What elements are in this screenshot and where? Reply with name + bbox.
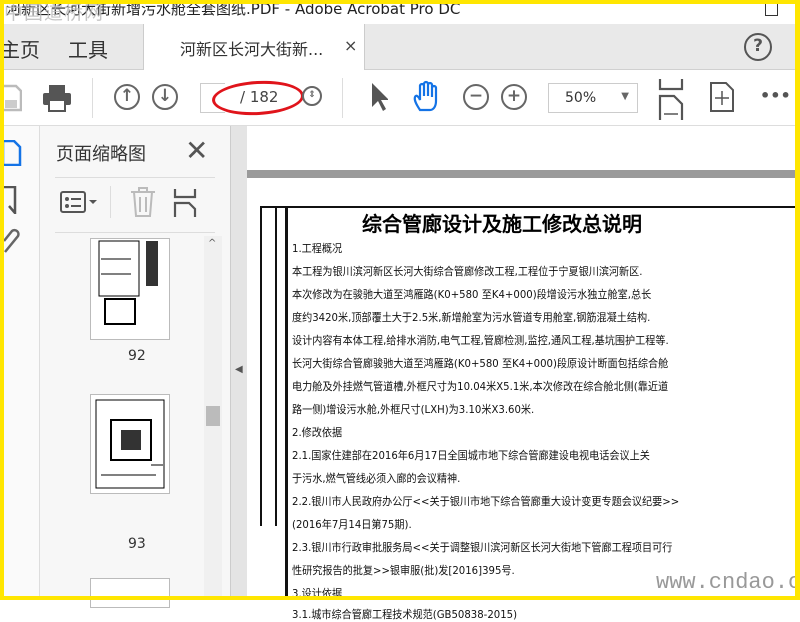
doc-line: 于污水,燃气管线必须入廊的会议精神. xyxy=(292,472,461,485)
zoom-out-icon[interactable]: − xyxy=(463,84,489,110)
doc-line: 2.1.国家住建部在2016年6月17日全国城市地下综合管廊建设电视电话会议上关 xyxy=(292,449,650,462)
pdf-page: 综合管廊设计及施工修改总说明 1.工程概况 本工程为银川滨河新区长河大街综合管廊… xyxy=(247,206,800,621)
tab-bar: 主页 工具 河新区长河大街新... × ? xyxy=(0,24,800,71)
zoom-in-icon[interactable]: + xyxy=(501,84,527,110)
separator xyxy=(342,78,343,118)
thumbnail-page-92[interactable] xyxy=(90,238,170,340)
page-stepper-icon[interactable]: ⇕ xyxy=(302,86,322,106)
prev-page-icon[interactable]: ↑ xyxy=(114,84,140,110)
navigation-rail xyxy=(0,126,40,600)
tab-home[interactable]: 主页 xyxy=(0,34,40,63)
doc-line: 电力舱及外挂燃气管道槽,外框尺寸为10.04米X5.1米,本次修改在综合舱北侧(… xyxy=(292,380,669,393)
separator xyxy=(92,78,93,118)
divider xyxy=(55,232,215,233)
collapse-panel-icon[interactable]: ◀ xyxy=(235,364,243,375)
scrollbar-thumb[interactable] xyxy=(206,406,220,426)
thumbnail-label: 92 xyxy=(128,348,146,364)
delete-icon[interactable] xyxy=(130,187,156,217)
bookmarks-icon[interactable] xyxy=(2,186,18,214)
doc-line: 本工程为银川滨河新区长河大街综合管廊修改工程,工程位于宁夏银川滨河新区. xyxy=(292,265,643,278)
doc-line: 度约3420米,顶部覆土大于2.5米,新增舱室为污水管道专用舱室,钢筋混凝土结构… xyxy=(292,311,651,324)
doc-line: 3.设计依据 xyxy=(292,587,343,600)
tab-close-icon[interactable]: × xyxy=(344,36,357,55)
thumbnails-panel: 页面缩略图 ✕ 92 93 ^ xyxy=(40,126,230,608)
doc-line: (2016年7月14日第75期). xyxy=(292,518,412,531)
doc-line: 1.工程概况 xyxy=(292,242,343,255)
attachments-icon[interactable] xyxy=(2,226,22,254)
save-icon[interactable] xyxy=(2,84,22,112)
options-menu-icon[interactable] xyxy=(60,190,98,214)
tab-document-label: 河新区长河大街新... xyxy=(180,40,324,59)
thumbnails-scrollbar[interactable]: ^ xyxy=(204,236,222,600)
doc-line: 2.3.银川市行政审批服务局<<关于调整银川滨河新区长河大街地下管廊工程项目可行 xyxy=(292,541,673,554)
doc-line: 2.2.银川市人民政府办公厅<<关于银川市地下综合管廊重大设计变更专题会议纪要>… xyxy=(292,495,680,508)
panel-title: 页面缩略图 xyxy=(56,144,146,165)
insert-page-icon[interactable] xyxy=(173,188,197,218)
thumbnail-label: 93 xyxy=(128,536,146,552)
page-edge xyxy=(247,170,800,178)
page-thumbnails-icon[interactable] xyxy=(2,140,22,166)
hand-tool-icon[interactable] xyxy=(412,80,442,114)
doc-line: 2.修改依据 xyxy=(292,426,343,439)
separator xyxy=(110,186,111,218)
doc-line: 长河大街综合管廊骏驰大道至鸿雁路(K0+580 至K4+000)段原设计断面包括… xyxy=(292,357,669,370)
zoom-select[interactable]: 50% ▼ xyxy=(548,83,638,113)
title-bar: 河新区长河大街新增污水舱全套图纸.PDF - Adobe Acrobat Pro… xyxy=(0,0,800,24)
doc-line: 性研究报告的批复>>银审服(批)发[2016]395号. xyxy=(292,564,515,577)
frame-line xyxy=(285,206,288,600)
fit-width-icon[interactable] xyxy=(658,78,684,120)
document-title: 综合管廊设计及施工修改总说明 xyxy=(362,212,642,236)
scroll-mode-icon[interactable] xyxy=(710,82,734,112)
doc-line: 本次修改为在骏驰大道至鸿雁路(K0+580 至K4+000)段增设污水独立舱室,… xyxy=(292,288,652,301)
watermark-text: www.cndao.com xyxy=(656,570,800,595)
more-tools-icon[interactable]: ••• xyxy=(760,86,791,105)
frame-line xyxy=(275,206,277,526)
thumbnail-page-94[interactable] xyxy=(90,578,170,608)
watermark-logo: 中国道桥网 xyxy=(4,2,105,24)
panel-divider[interactable]: ◀ xyxy=(230,126,247,600)
doc-line: 3.1.城市综合管廊工程技术规范(GB50838-2015) xyxy=(292,608,518,621)
print-icon[interactable] xyxy=(42,84,72,112)
zoom-value: 50% xyxy=(565,90,597,106)
tab-document[interactable]: 河新区长河大街新... × xyxy=(143,24,365,71)
doc-line: 路一侧)增设污水舱,外框尺寸(LXH)为3.10米X3.60米. xyxy=(292,403,535,416)
doc-line: 设计内容有本体工程,给排水消防,电气工程,管廊检测,监控,通风工程,基坑围护工程… xyxy=(292,334,669,347)
divider xyxy=(55,177,215,178)
next-page-icon[interactable]: ↓ xyxy=(152,84,178,110)
help-icon[interactable]: ? xyxy=(744,33,772,61)
chevron-down-icon: ▼ xyxy=(621,91,629,102)
close-icon[interactable]: ✕ xyxy=(185,134,208,167)
highlight-ellipse xyxy=(211,78,305,118)
maximize-button[interactable] xyxy=(765,3,778,16)
frame-line xyxy=(260,206,262,526)
scroll-up-icon[interactable]: ^ xyxy=(208,238,216,249)
tab-tools[interactable]: 工具 xyxy=(68,34,108,63)
document-view[interactable]: 综合管廊设计及施工修改总说明 1.工程概况 本工程为银川滨河新区长河大街综合管廊… xyxy=(247,126,800,621)
select-arrow-icon[interactable] xyxy=(370,82,388,112)
thumbnail-page-93[interactable] xyxy=(90,394,170,494)
toolbar: ↑ ↓ / 182 ⇕ − + 50% ▼ ••• xyxy=(0,70,800,126)
